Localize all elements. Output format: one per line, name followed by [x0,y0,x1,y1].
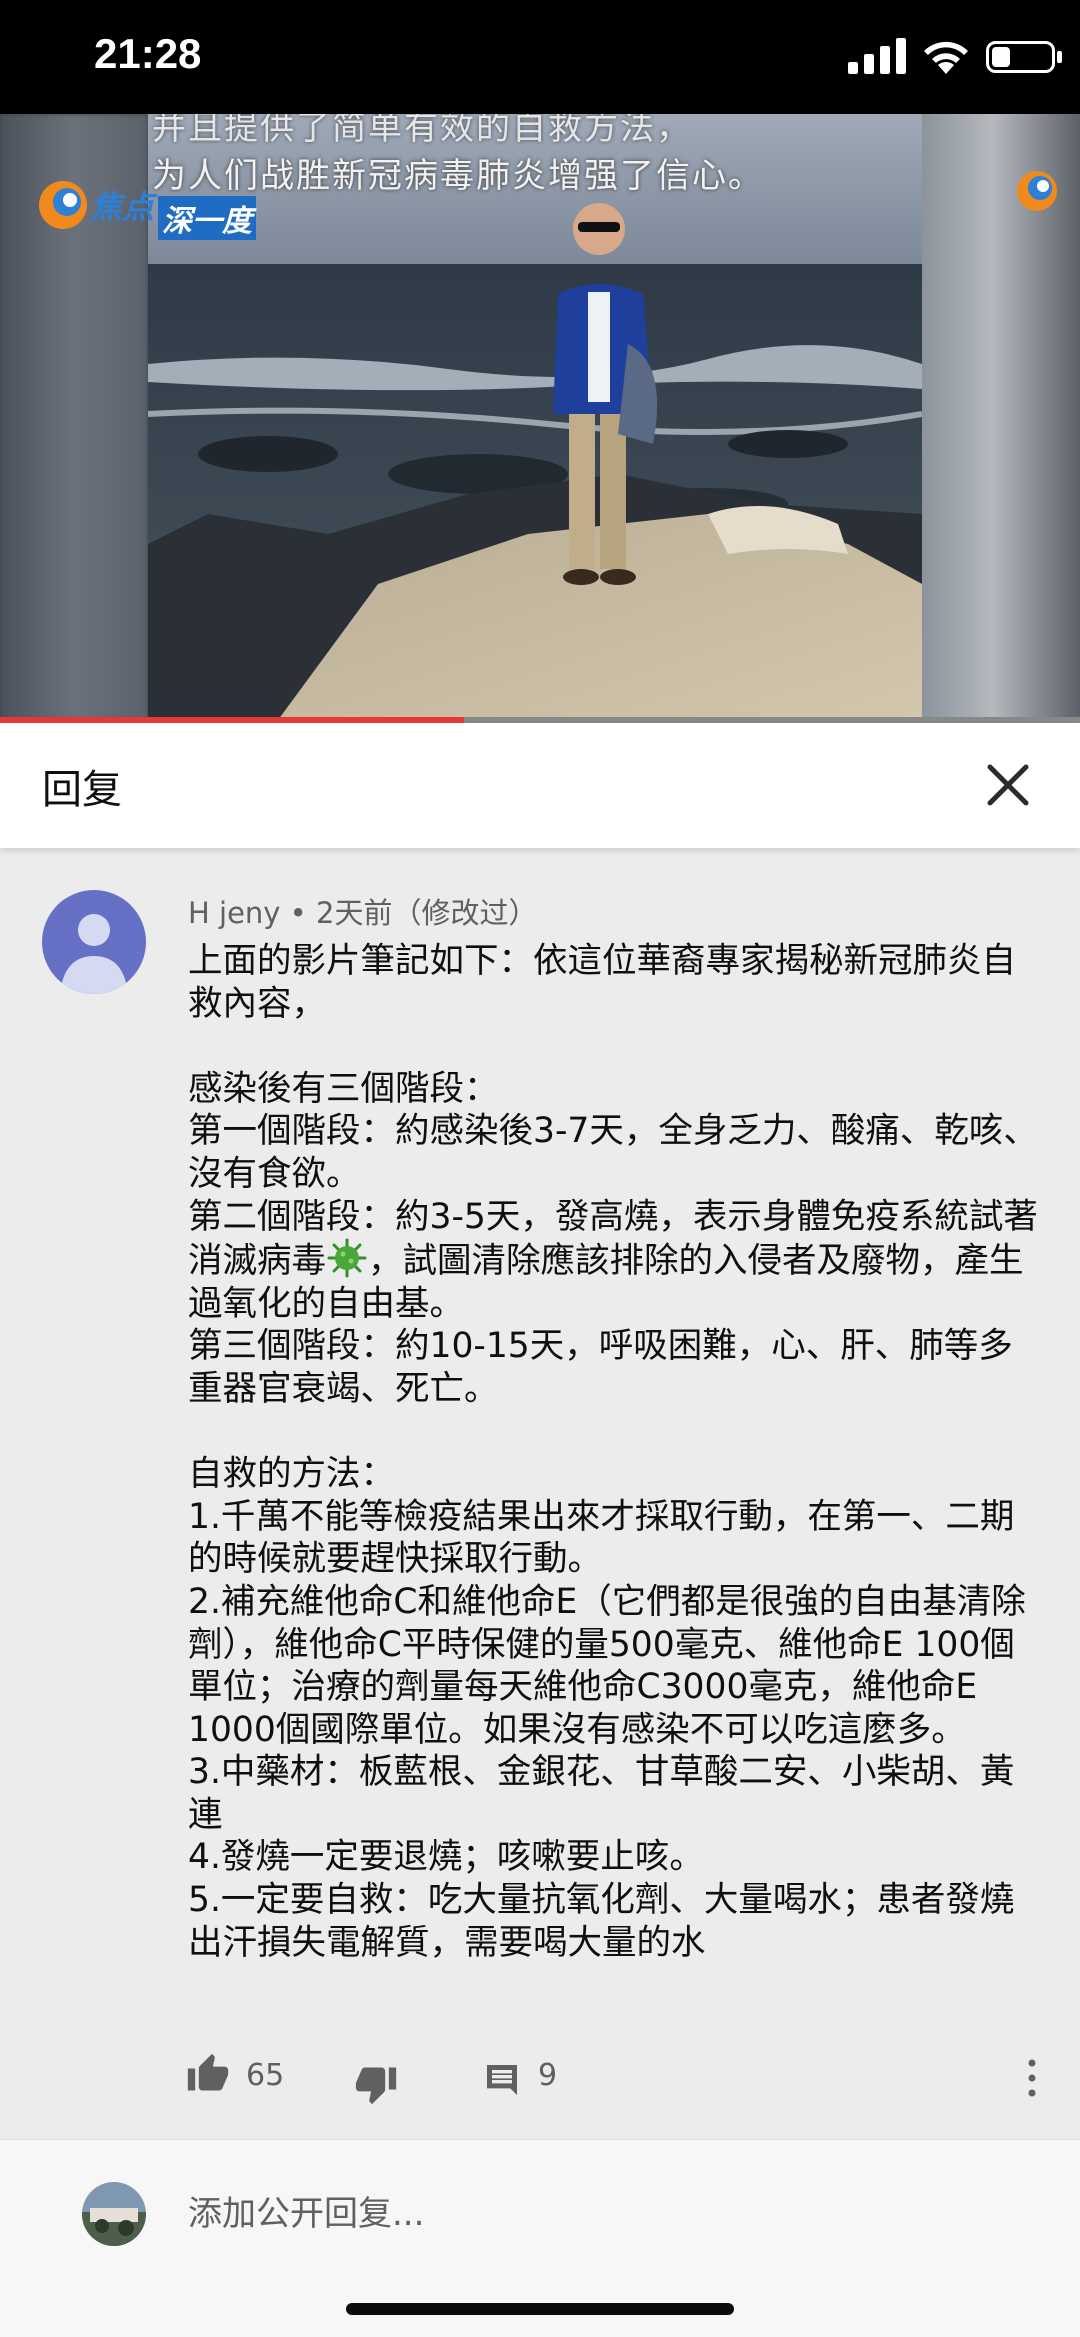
virus-emoji [327,1238,367,1278]
comment-text: 上面的影片筆記如下：依這位華裔專家揭秘新冠肺炎自救內容， 感染後有三個階段： 第… [188,940,1038,1964]
default-avatar-icon [42,890,146,994]
channel-logo: 焦点 深一度 [36,178,276,240]
status-bar: 21:28 [0,0,1080,114]
channel-logo-right-icon [1017,171,1057,211]
comment-text-part-2: ，試圖清除應該排除的入侵者及廢物，產生過氧化的自由基。 第三個階段：約10-15… [188,1241,1026,1963]
comment-actions: 65 9 [0,2052,1080,2122]
comment-author[interactable]: H jeny [188,896,280,930]
video-caption-line-1: 并且提供了简单有效的自救方法， [152,114,692,148]
current-user-avatar[interactable] [82,2182,146,2246]
reply-count[interactable]: 9 [538,2058,557,2093]
thumb-down-icon[interactable] [354,2062,398,2106]
comment-thread: H jeny • 2天前（修改过） 上面的影片筆記如下：依這位華裔專家揭秘新冠肺… [0,848,1080,2138]
user-avatar-image [82,2182,146,2246]
battery-icon [986,41,1062,73]
add-reply-bar [0,2139,1080,2286]
reply-panel-title: 回复 [42,767,122,813]
close-icon[interactable] [976,753,1040,817]
reply-icon[interactable] [482,2060,522,2100]
comment-meta: H jeny • 2天前（修改过） [188,890,537,932]
thumb-up-icon[interactable] [186,2052,230,2096]
more-vert-icon[interactable] [1024,2056,1040,2100]
like-count: 65 [246,2058,285,2093]
home-indicator[interactable] [346,2303,734,2315]
channel-logo-text-1: 焦点 [90,188,155,226]
wifi-icon [924,41,968,74]
status-time: 21:28 [94,30,202,77]
comment-time: 2天前（修改过） [316,896,538,930]
video-player[interactable]: 并且提供了简单有效的自救方法， 为人们战胜新冠病毒肺炎增强了信心。 焦点 深一度 [0,114,1080,720]
comment-author-avatar[interactable] [42,890,146,994]
channel-logo-text-2: 深一度 [158,196,256,240]
comment-text-part-1: 上面的影片筆記如下：依這位華裔專家揭秘新冠肺炎自救內容， 感染後有三個階段： 第… [188,941,1038,1282]
add-reply-input[interactable] [188,2186,1008,2242]
signal-icon [848,38,906,74]
channel-logo-icon [39,181,87,229]
meta-separator: • [280,896,317,930]
reply-panel-header: 回复 [0,723,1080,848]
